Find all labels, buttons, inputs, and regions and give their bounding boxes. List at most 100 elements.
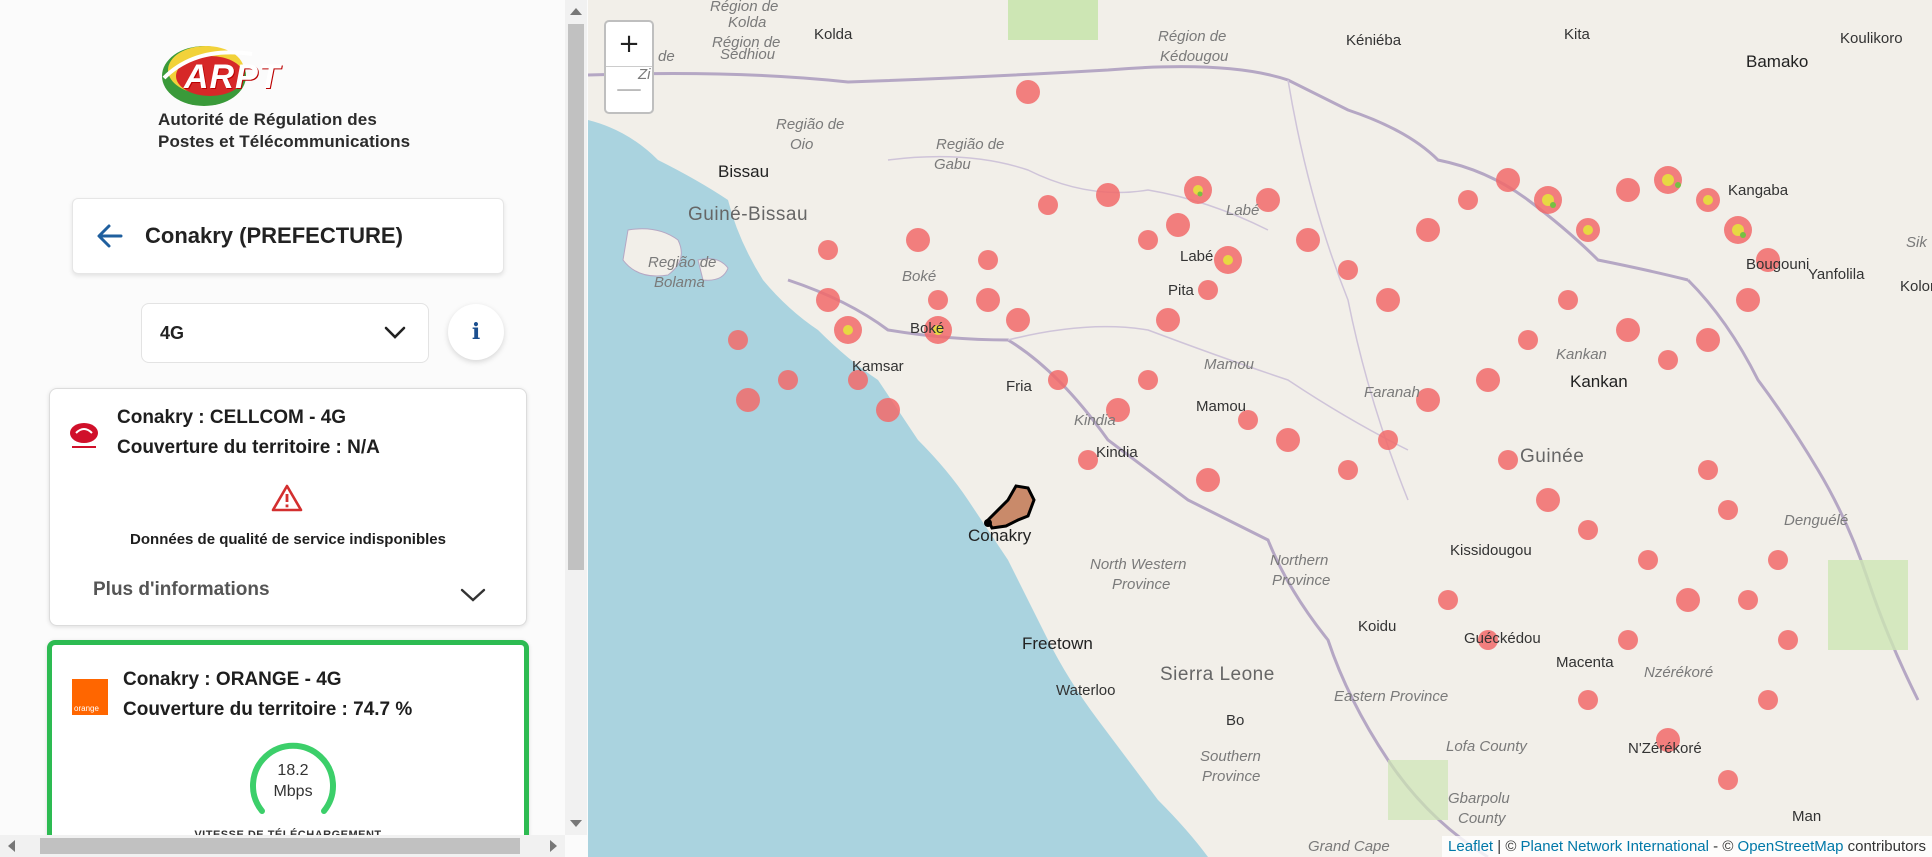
side-panel: ARPT Autorité de Régulation des Postes e… bbox=[0, 0, 588, 857]
arpt-logo: ARPT Autorité de Régulation des Postes e… bbox=[156, 36, 456, 156]
map-label: Gbarpolu bbox=[1448, 790, 1510, 807]
map-label: Nzérékoré bbox=[1644, 664, 1714, 681]
org-name-line1: Autorité de Régulation des bbox=[158, 110, 377, 129]
zoom-in-button[interactable]: + bbox=[606, 22, 652, 67]
download-speed-value: 18.2 bbox=[277, 762, 309, 779]
map-label: Bissau bbox=[718, 162, 770, 181]
map-label: Kolda bbox=[814, 26, 853, 43]
panel-horizontal-scrollbar[interactable] bbox=[0, 835, 565, 857]
more-info-toggle[interactable]: Plus d'informations bbox=[93, 579, 270, 601]
map-label: Bamako bbox=[1746, 52, 1809, 71]
scrollbar-thumb[interactable] bbox=[568, 24, 584, 570]
map-label: Guéckédou bbox=[1464, 630, 1541, 647]
map-label: Região de bbox=[936, 136, 1005, 153]
map-label: Province bbox=[1202, 768, 1261, 785]
info-button[interactable]: i bbox=[448, 304, 504, 360]
pni-link[interactable]: Planet Network International bbox=[1521, 838, 1709, 855]
scroll-right-arrow-icon[interactable] bbox=[550, 840, 557, 852]
back-arrow-icon[interactable] bbox=[95, 221, 125, 251]
operator-coverage: Couverture du territoire : N/A bbox=[117, 437, 380, 458]
map-label: Kolda bbox=[728, 14, 767, 31]
map-label: Gabu bbox=[934, 156, 971, 173]
cellcom-logo bbox=[70, 423, 98, 448]
map-label: Kankan bbox=[1556, 346, 1607, 363]
map-label: Fria bbox=[1006, 378, 1032, 395]
map-label: Kankan bbox=[1570, 372, 1628, 391]
map-label: de bbox=[658, 48, 675, 65]
scrollbar-thumb[interactable] bbox=[40, 838, 520, 854]
map-label: Macenta bbox=[1556, 654, 1614, 671]
leaflet-link[interactable]: Leaflet bbox=[1448, 838, 1493, 855]
map-label: Eastern Province bbox=[1334, 688, 1449, 705]
map-label: N'Zérékoré bbox=[1628, 740, 1702, 757]
map-label: Kindia bbox=[1074, 412, 1116, 429]
map-label: Sik bbox=[1906, 234, 1927, 251]
operator-card-cellcom: Conakry : CELLCOM - 4G Couverture du ter… bbox=[49, 388, 527, 626]
technology-select[interactable]: 4G bbox=[141, 303, 429, 363]
map-label: Bolama bbox=[654, 274, 705, 291]
org-name-line2: Postes et Télécommunications bbox=[158, 132, 411, 151]
qos-unavailable-message: Données de qualité de service indisponib… bbox=[130, 531, 446, 548]
map-label: Conakry bbox=[968, 526, 1032, 545]
map-label: Boké bbox=[910, 320, 945, 337]
map-label: Guinée bbox=[1520, 446, 1585, 467]
map-label: Mamou bbox=[1204, 356, 1255, 373]
map-label: Sédhiou bbox=[720, 46, 776, 63]
scroll-left-arrow-icon[interactable] bbox=[8, 840, 15, 852]
map-label: Sierra Leone bbox=[1160, 664, 1275, 685]
map-label: Kamsar bbox=[852, 358, 904, 375]
map-label: Province bbox=[1272, 572, 1331, 589]
map-label: Man bbox=[1792, 808, 1822, 825]
map-label: Kolon bbox=[1900, 278, 1932, 295]
map-label: Grand Cape bbox=[1308, 838, 1390, 855]
map-label: Kéniéba bbox=[1346, 32, 1402, 49]
map-label: Région de bbox=[1158, 28, 1227, 45]
map-label: Zi bbox=[638, 66, 651, 83]
download-speed-gauge: 18.2 Mbps bbox=[248, 739, 338, 829]
map-attribution: Leaflet | © Planet Network International… bbox=[1442, 836, 1932, 857]
operator-card-orange: orange Conakry : ORANGE - 4G Couverture … bbox=[47, 640, 529, 857]
map-label: Bo bbox=[1226, 712, 1245, 729]
map-label: Southern bbox=[1200, 748, 1261, 765]
map-label: Région de bbox=[710, 0, 779, 15]
map-label: North Western bbox=[1090, 556, 1187, 573]
map-label: Região de bbox=[776, 116, 845, 133]
panel-vertical-scrollbar[interactable] bbox=[565, 0, 587, 835]
map-label: Região de bbox=[648, 254, 717, 271]
map-label: Northern bbox=[1270, 552, 1329, 569]
map-label: Labé bbox=[1180, 248, 1214, 265]
coverage-map[interactable]: + — Région de Kolda Kolda Région de Sédh… bbox=[588, 0, 1932, 857]
chevron-down-icon bbox=[384, 326, 406, 339]
map-label: Guiné-Bissau bbox=[688, 204, 809, 225]
map-label: Lofa County bbox=[1446, 738, 1527, 755]
warning-icon bbox=[271, 484, 303, 512]
operator-title: Conakry : CELLCOM - 4G bbox=[117, 407, 347, 428]
map-label: Oio bbox=[790, 136, 814, 153]
map-label: Labé bbox=[1226, 202, 1260, 219]
osm-link[interactable]: OpenStreetMap bbox=[1738, 838, 1844, 855]
map-label: Waterloo bbox=[1056, 682, 1116, 699]
scroll-up-arrow-icon[interactable] bbox=[570, 8, 582, 15]
map-label: County bbox=[1458, 810, 1506, 827]
map-label: Kissidougou bbox=[1450, 542, 1532, 559]
map-label: Freetown bbox=[1022, 634, 1093, 653]
technology-select-value: 4G bbox=[160, 323, 185, 343]
chevron-down-icon[interactable] bbox=[460, 587, 486, 603]
map-label: Denguélé bbox=[1784, 512, 1849, 529]
map-label: Kindia bbox=[1096, 444, 1138, 461]
map-label: Bougouni bbox=[1746, 256, 1810, 273]
download-speed-unit: Mbps bbox=[273, 783, 313, 800]
map-label: Mamou bbox=[1196, 398, 1247, 415]
map-label: Kangaba bbox=[1728, 182, 1789, 199]
arpt-logo-text: ARPT bbox=[184, 58, 281, 96]
map-label: Kédougou bbox=[1160, 48, 1229, 65]
operator-coverage: Couverture du territoire : 74.7 % bbox=[123, 699, 413, 720]
area-title: Conakry (PREFECTURE) bbox=[145, 223, 403, 248]
orange-logo: orange bbox=[72, 679, 108, 715]
map-label: Boké bbox=[902, 268, 937, 285]
map-label: Province bbox=[1112, 576, 1171, 593]
map-label: Pita bbox=[1168, 282, 1194, 299]
area-header-card: Conakry (PREFECTURE) bbox=[72, 198, 504, 274]
operator-title: Conakry : ORANGE - 4G bbox=[123, 669, 342, 690]
scroll-down-arrow-icon[interactable] bbox=[570, 820, 582, 827]
